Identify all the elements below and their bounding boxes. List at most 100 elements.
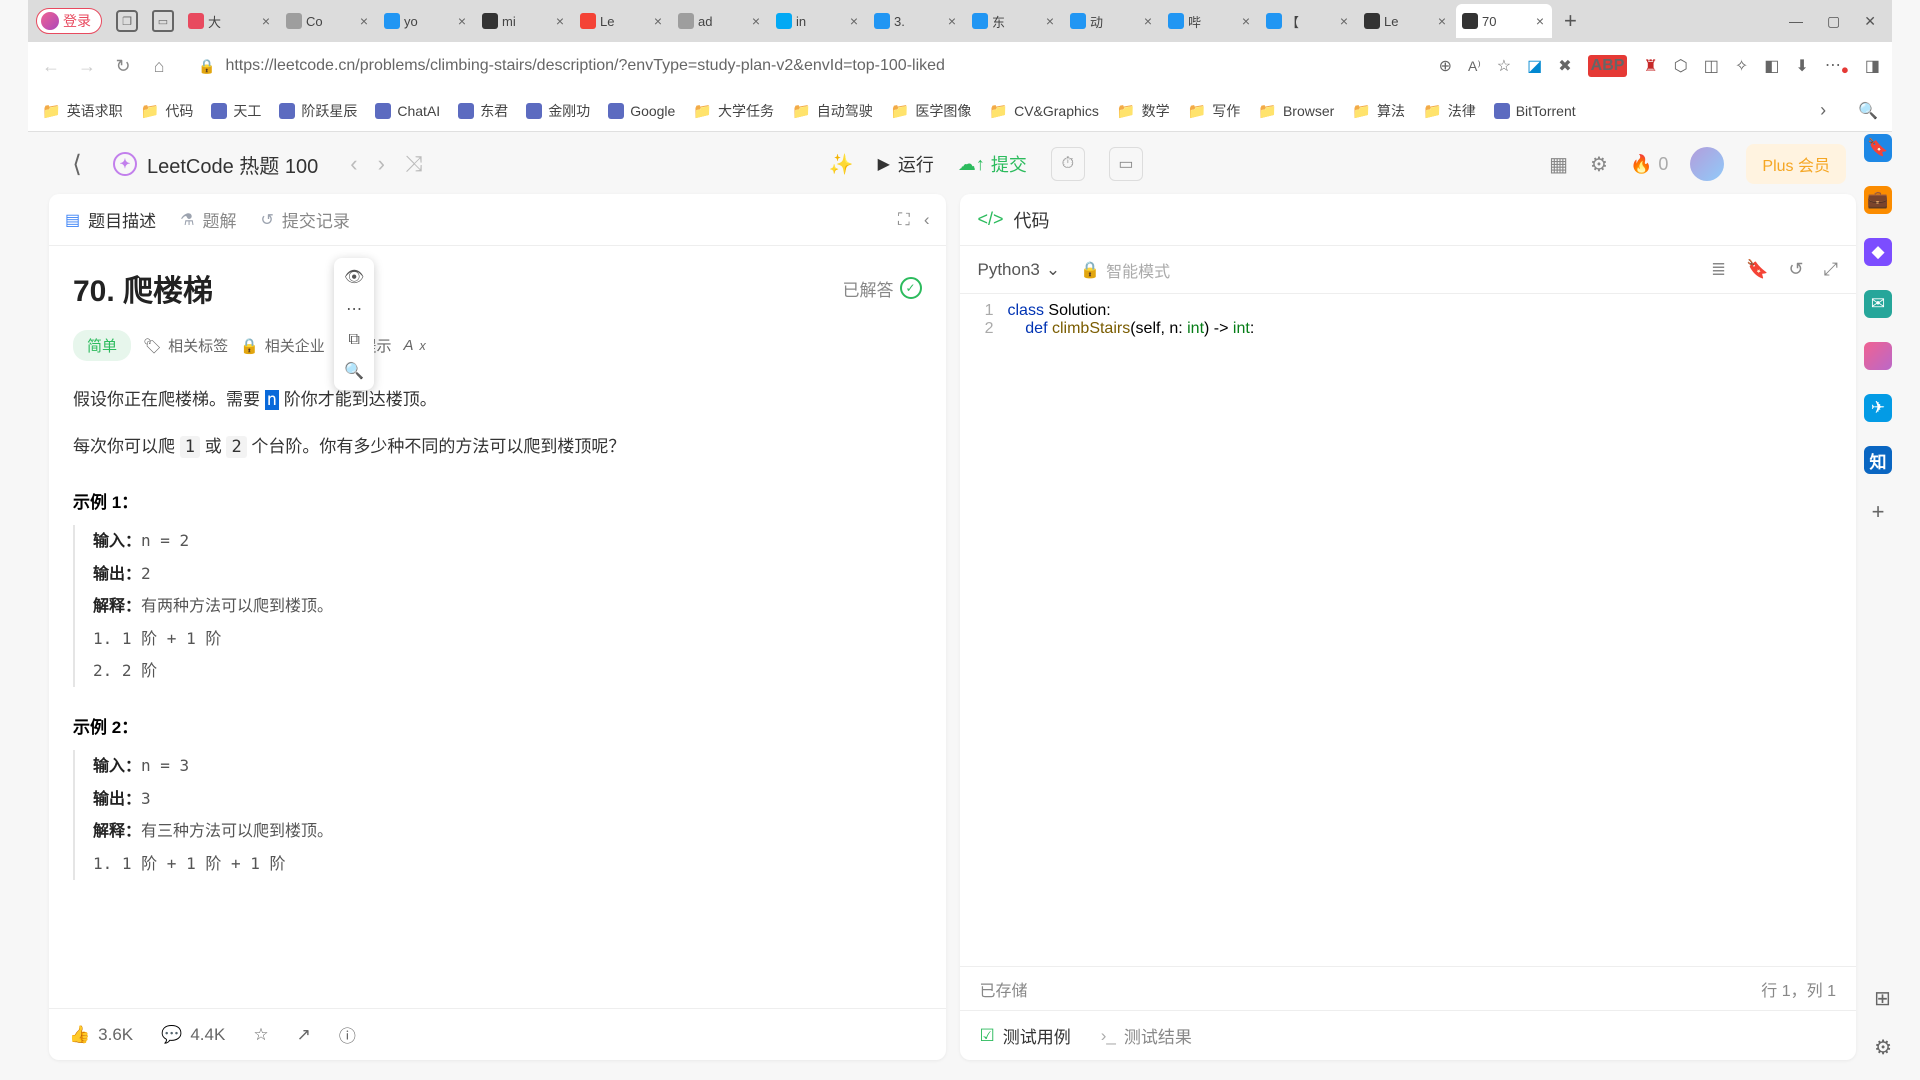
run-button[interactable]: ▶运行 [878,151,934,177]
browser-tab[interactable]: Le× [1358,4,1454,38]
more-icon[interactable]: ⋯● [1825,55,1849,77]
home-button[interactable]: ⌂ [148,56,170,77]
new-tab-button[interactable]: + [1554,8,1587,34]
smart-mode-toggle[interactable]: 🔒智能模式 [1080,258,1170,282]
bookmark-item[interactable]: 东君 [458,101,508,121]
collections2-icon[interactable]: ✧ [1735,56,1748,76]
workspaces-icon[interactable]: ❐ [116,10,138,32]
submit-button[interactable]: ☁↑提交 [958,151,1027,177]
abp-icon[interactable]: ABP [1588,55,1628,77]
next-problem-button[interactable]: › [378,151,385,177]
sidebar-toggle-icon[interactable]: ◨ [1865,56,1880,76]
favorite-icon[interactable]: ☆ [1497,56,1511,76]
bookmark-item[interactable]: 📁大学任务 [693,101,774,121]
split-icon[interactable]: ◫ [1704,56,1719,76]
rail-icon-zhihu[interactable]: 知 [1864,446,1892,474]
browser-tab[interactable]: 哔× [1162,4,1258,38]
browser-tab[interactable]: 70× [1456,4,1552,38]
ai-sparkle-icon[interactable]: ✨ [829,152,854,177]
browser-tab[interactable]: 东× [966,4,1062,38]
user-avatar[interactable] [1690,147,1724,181]
bookmark-item[interactable]: 📁Browser [1258,101,1334,121]
plus-member-button[interactable]: Plus 会员 [1746,144,1846,184]
login-button[interactable]: 登录 [36,8,102,34]
prev-problem-button[interactable]: ‹ [350,151,357,177]
format-button[interactable]: ≣ [1711,259,1726,280]
tab-close-button[interactable]: × [1240,13,1252,29]
language-selector[interactable]: Python3⌄ [978,260,1061,280]
ext1-icon[interactable]: ◪ [1527,56,1542,76]
rail-icon-4[interactable]: ✉ [1864,290,1892,318]
bookmark-item[interactable]: 📁自动驾驶 [792,101,873,121]
app-back-button[interactable]: ⟨ [59,146,95,182]
collections-icon[interactable]: ▭ [152,10,174,32]
browser-tab[interactable]: ad× [672,4,768,38]
rail-icon-2[interactable]: 💼 [1864,186,1892,214]
bookmark-item[interactable]: BitTorrent [1494,101,1576,121]
maximize-button[interactable]: ▢ [1827,13,1840,30]
bookmark-item[interactable]: 📁代码 [141,101,194,121]
bookmark-item[interactable]: ChatAI [375,101,440,121]
rail-add-button[interactable]: + [1864,498,1892,526]
tab-close-button[interactable]: × [1436,13,1448,29]
bookmark-button[interactable]: 🔖 [1746,259,1768,280]
tab-close-button[interactable]: × [1534,13,1546,29]
timer-button[interactable]: ⏱ [1051,147,1085,181]
browser-tab[interactable]: Le× [574,4,670,38]
share-button[interactable]: ↗ [297,1025,311,1045]
font-size-button[interactable]: Ax [403,337,425,354]
tab-close-button[interactable]: × [652,13,664,29]
browser-tab[interactable]: in× [770,4,866,38]
zoom-icon[interactable]: ⊕ [1439,56,1452,76]
tab-close-button[interactable]: × [1044,13,1056,29]
tab-description[interactable]: ▤题目描述 [65,207,156,232]
notes-button[interactable]: ▭ [1109,147,1143,181]
bookmarks-overflow[interactable]: › [1820,100,1826,121]
tab-close-button[interactable]: × [1142,13,1154,29]
star-button[interactable]: ☆ [253,1025,268,1045]
forward-button[interactable]: → [76,56,98,77]
browser-tab[interactable]: 动× [1064,4,1160,38]
refresh-button[interactable]: ↻ [112,56,134,77]
bookmark-item[interactable]: 金刚功 [526,101,590,121]
tab-close-button[interactable]: × [848,13,860,29]
rail-settings-2[interactable]: ⚙ [1874,1035,1892,1060]
comments-button[interactable]: 💬4.4K [161,1025,225,1045]
browser-tab[interactable]: 3.× [868,4,964,38]
fullscreen-button[interactable]: ⛶ [898,210,910,230]
url-input[interactable]: 🔒 https://leetcode.cn/problems/climbing-… [184,49,1425,83]
tab-submissions[interactable]: ↺提交记录 [260,207,349,232]
tab-solutions[interactable]: ⚗题解 [180,207,236,232]
ext3-icon[interactable]: ♜ [1643,56,1657,76]
tab-close-button[interactable]: × [260,13,272,29]
search-selection-icon[interactable]: 🔍 [338,358,370,384]
bookmark-item[interactable]: 天工 [211,101,261,121]
like-button[interactable]: 👍3.6K [69,1025,133,1045]
copy-icon[interactable]: ⧉ [342,328,365,352]
more-actions-icon[interactable]: ⋯ [340,296,368,322]
tab-close-button[interactable]: × [554,13,566,29]
rail-icon-3[interactable]: ◆ [1864,238,1892,266]
browser-tab[interactable]: Co× [280,4,376,38]
back-button[interactable]: ← [40,56,62,77]
rail-settings-1[interactable]: ⊞ [1874,986,1892,1011]
tab-close-button[interactable]: × [1338,13,1350,29]
read-aloud-icon[interactable]: A⁾ [1468,58,1481,75]
tab-testcases[interactable]: ☑测试用例 [980,1023,1071,1048]
companies-button[interactable]: 🔒相关企业 [240,335,325,356]
layout-button[interactable]: ▦ [1549,152,1568,177]
streak-indicator[interactable]: 🔥0 [1630,154,1668,175]
bookmark-item[interactable]: 📁算法 [1352,101,1405,121]
tab-close-button[interactable]: × [456,13,468,29]
help-button[interactable]: ⓘ [339,1022,356,1047]
tags-button[interactable]: 🏷相关标签 [143,335,228,356]
close-window-button[interactable]: ✕ [1864,13,1876,30]
browser-tab[interactable]: 大× [182,4,278,38]
browser-tab[interactable]: yo× [378,4,474,38]
bookmark-item[interactable]: 📁医学图像 [891,101,972,121]
ext2-icon[interactable]: ✖︎ [1558,56,1571,76]
bookmark-item[interactable]: 📁写作 [1188,101,1241,121]
collapse-button[interactable]: ‹ [924,210,930,230]
bookmark-item[interactable]: 📁英语求职 [42,101,123,121]
browser-tab[interactable]: 【× [1260,4,1356,38]
